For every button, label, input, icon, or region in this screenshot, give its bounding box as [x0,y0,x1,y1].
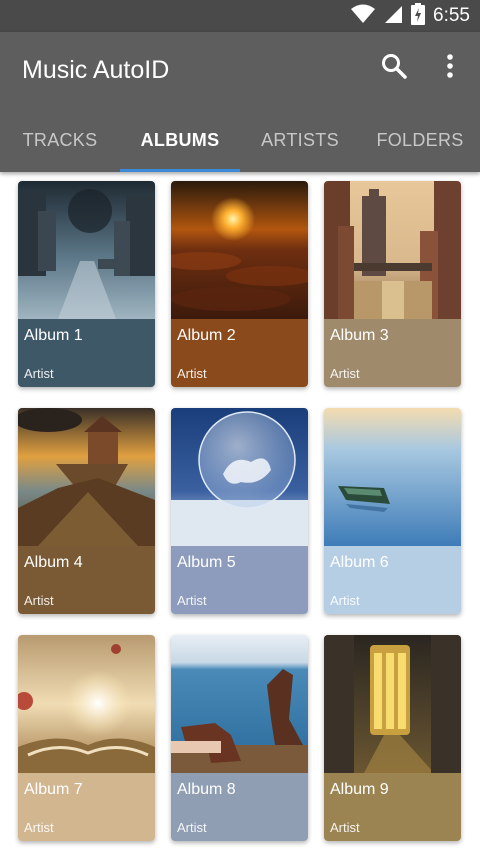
album-card-1[interactable]: Album 1 Artist [18,181,155,387]
album-title: Album 2 [177,327,236,344]
tab-tracks[interactable]: TRACKS [0,108,120,172]
album-artist: Artist [330,820,360,835]
album-card-6[interactable]: Album 6 Artist [324,408,461,614]
album-meta: Album 1 Artist [18,319,155,387]
more-options-button[interactable] [430,48,470,88]
album-card-2[interactable]: Album 2 Artist [171,181,308,387]
wifi-icon [351,4,376,29]
album-card-8[interactable]: Album 8 Artist [171,635,308,841]
album-card-3[interactable]: Album 3 Artist [324,181,461,387]
album-title: Album 8 [177,781,236,798]
status-bar: 6:55 [0,0,480,32]
app-title: Music AutoID [22,56,170,84]
album-meta: Album 9 Artist [324,773,461,841]
album-title: Album 5 [177,554,236,571]
search-icon [381,53,407,84]
album-title: Album 9 [330,781,389,798]
album-artist: Artist [330,593,360,608]
album-art [324,408,461,546]
status-icons: 6:55 [351,0,470,32]
tab-folders[interactable]: FOLDERS [360,108,480,172]
album-art [18,635,155,773]
album-art [18,181,155,319]
tab-albums[interactable]: ALBUMS [120,108,240,172]
album-card-4[interactable]: Album 4 Artist [18,408,155,614]
album-card-7[interactable]: Album 7 Artist [18,635,155,841]
album-grid: Album 1 Artist Album 2 Artist Album 3 Ar… [0,172,480,854]
search-button[interactable] [374,48,414,88]
album-artist: Artist [24,366,54,381]
album-art [171,635,308,773]
cell-signal-icon [383,4,403,29]
album-title: Album 6 [330,554,389,571]
album-art [171,181,308,319]
album-card-5[interactable]: Album 5 Artist [171,408,308,614]
tab-indicator [120,169,240,172]
album-title: Album 1 [24,327,83,344]
tab-artists[interactable]: ARTISTS [240,108,360,172]
album-title: Album 3 [330,327,389,344]
album-meta: Album 8 Artist [171,773,308,841]
status-time: 6:55 [433,5,470,26]
battery-charging-icon [411,2,426,30]
album-meta: Album 7 Artist [18,773,155,841]
app-bar: Music AutoID TRACKS ALBUMS ARTISTS FOLDE… [0,32,480,172]
album-meta: Album 4 Artist [18,546,155,614]
album-artist: Artist [24,593,54,608]
album-art [324,635,461,773]
album-artist: Artist [177,366,207,381]
album-meta: Album 2 Artist [171,319,308,387]
album-art [18,408,155,546]
album-card-9[interactable]: Album 9 Artist [324,635,461,841]
album-artist: Artist [330,366,360,381]
album-title: Album 7 [24,781,83,798]
album-art [324,181,461,319]
album-artist: Artist [177,593,207,608]
album-artist: Artist [177,820,207,835]
album-meta: Album 5 Artist [171,546,308,614]
album-art [171,408,308,546]
album-artist: Artist [24,820,54,835]
tab-bar: TRACKS ALBUMS ARTISTS FOLDERS [0,108,480,172]
album-title: Album 4 [24,554,83,571]
album-meta: Album 3 Artist [324,319,461,387]
album-meta: Album 6 Artist [324,546,461,614]
more-vert-icon [446,53,454,84]
